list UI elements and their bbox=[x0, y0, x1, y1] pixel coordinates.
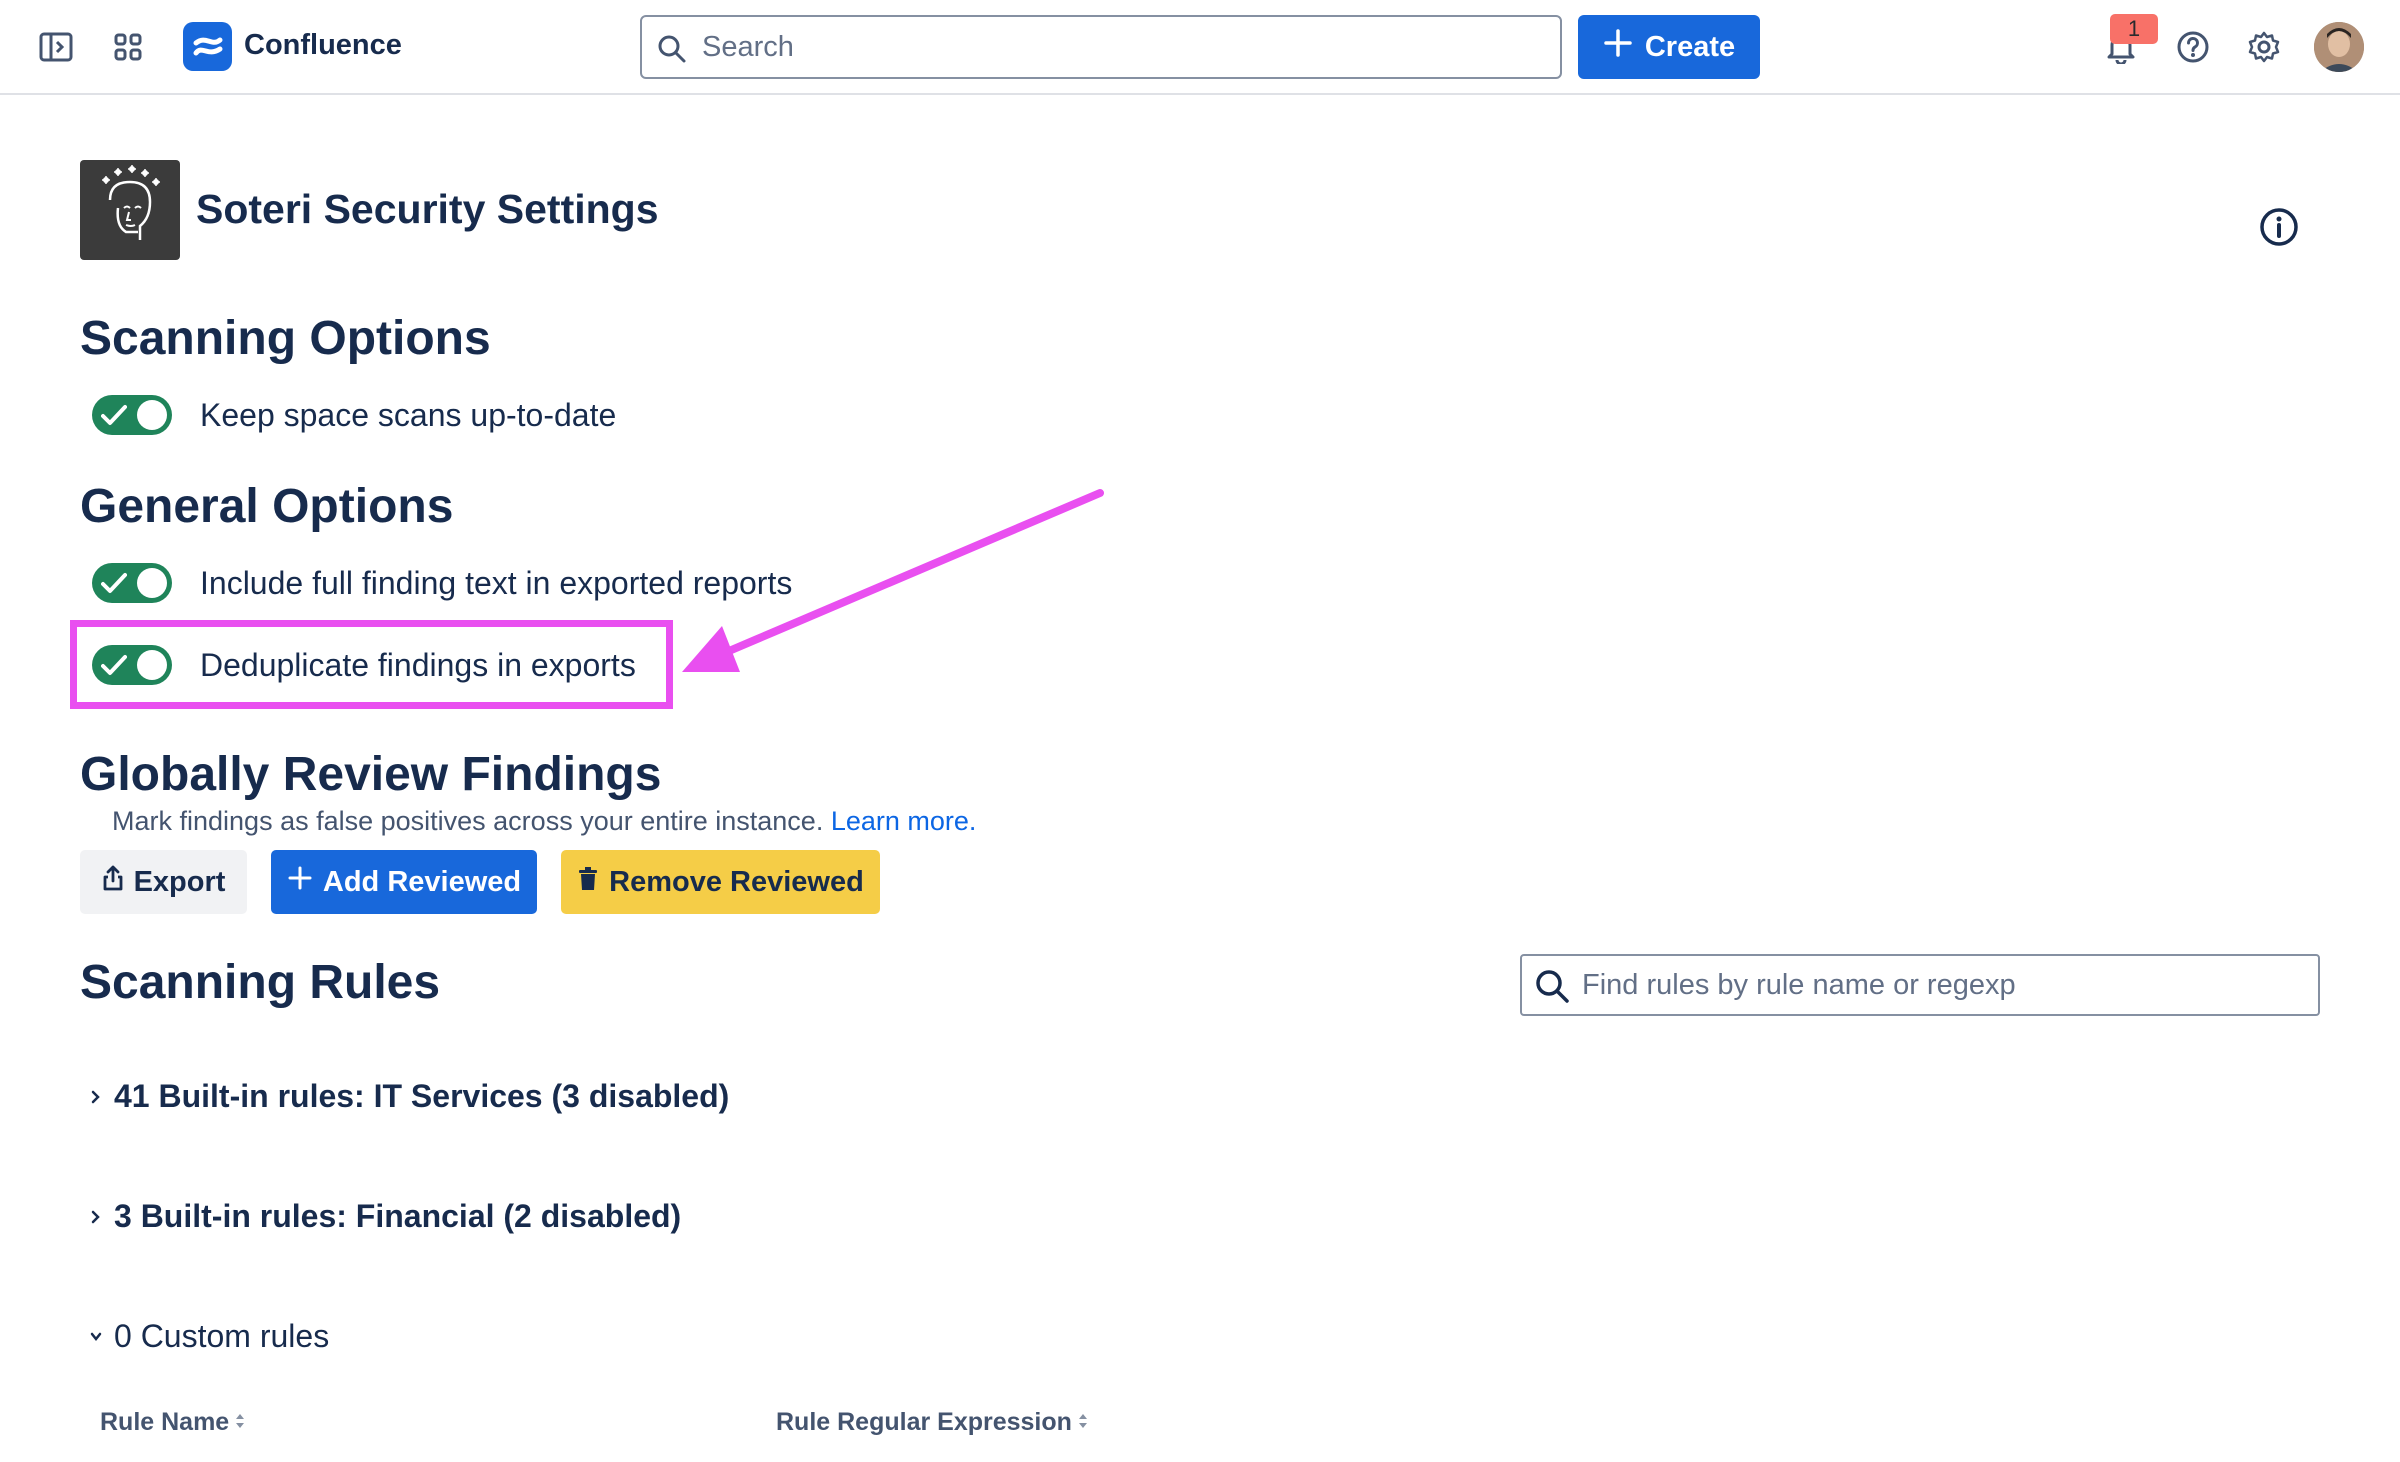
export-button[interactable]: Export bbox=[80, 850, 247, 914]
check-icon bbox=[101, 572, 127, 599]
keep-scans-up-to-date-toggle[interactable] bbox=[92, 395, 172, 435]
section-heading-general-options: General Options bbox=[80, 480, 454, 533]
rule-group-label: 3 Built-in rules: Financial (2 disabled) bbox=[114, 1198, 682, 1234]
global-search[interactable] bbox=[640, 15, 1562, 79]
section-heading-review-findings: Globally Review Findings bbox=[80, 748, 662, 801]
remove-reviewed-button[interactable]: Remove Reviewed bbox=[561, 850, 880, 914]
column-header-label: Rule Regular Expression bbox=[776, 1408, 1072, 1436]
rule-group-it-services[interactable]: 41 Built-in rules: IT Services (3 disabl… bbox=[88, 1078, 729, 1115]
avatar[interactable] bbox=[2314, 22, 2364, 72]
top-navigation-bar: Confluence Create 1 bbox=[0, 0, 2400, 95]
toggle-knob bbox=[137, 400, 167, 430]
toggle-label: Include full finding text in exported re… bbox=[200, 564, 793, 601]
search-input[interactable] bbox=[702, 25, 1542, 69]
annotation-highlight-box bbox=[70, 620, 673, 709]
toggle-knob bbox=[137, 568, 167, 598]
include-full-text-toggle[interactable] bbox=[92, 563, 172, 603]
rule-group-label: 41 Built-in rules: IT Services (3 disabl… bbox=[114, 1078, 730, 1114]
soteri-logo bbox=[80, 160, 180, 260]
add-reviewed-button[interactable]: Add Reviewed bbox=[271, 850, 537, 914]
remove-reviewed-button-label: Remove Reviewed bbox=[609, 865, 864, 898]
toggle-label: Keep space scans up-to-date bbox=[200, 396, 617, 433]
help-icon[interactable] bbox=[2172, 26, 2214, 68]
rule-group-financial[interactable]: 3 Built-in rules: Financial (2 disabled) bbox=[88, 1198, 681, 1235]
review-findings-description: Mark findings as false positives across … bbox=[112, 806, 976, 837]
add-reviewed-button-label: Add Reviewed bbox=[322, 865, 522, 898]
rule-search-input[interactable] bbox=[1582, 964, 2302, 1006]
rule-group-label: 0 Custom rules bbox=[114, 1318, 330, 1354]
app-switcher-icon[interactable] bbox=[107, 26, 149, 68]
check-icon bbox=[101, 404, 127, 431]
column-header-rule-name[interactable]: Rule Name bbox=[100, 1408, 245, 1437]
export-icon bbox=[102, 865, 124, 899]
rule-group-custom[interactable]: 0 Custom rules bbox=[88, 1318, 329, 1355]
chevron-down-icon bbox=[88, 1332, 104, 1342]
info-icon[interactable] bbox=[2258, 206, 2300, 248]
description-text: Mark findings as false positives across … bbox=[112, 806, 824, 836]
sort-icon bbox=[1078, 1408, 1088, 1437]
section-heading-scanning-options: Scanning Options bbox=[80, 312, 491, 365]
sidebar-toggle-icon[interactable] bbox=[35, 26, 77, 68]
rule-search[interactable] bbox=[1520, 954, 2320, 1016]
confluence-logo-icon[interactable] bbox=[183, 22, 232, 71]
column-header-label: Rule Name bbox=[100, 1408, 230, 1436]
chevron-right-icon bbox=[88, 1209, 104, 1225]
plus-icon bbox=[1603, 28, 1633, 66]
export-button-label: Export bbox=[133, 865, 226, 898]
toggle-row-keep-scans-up-to-date: Keep space scans up-to-date bbox=[92, 394, 616, 436]
learn-more-link[interactable]: Learn more. bbox=[831, 806, 977, 836]
sort-icon bbox=[235, 1408, 245, 1437]
section-heading-scanning-rules: Scanning Rules bbox=[80, 956, 441, 1009]
column-header-rule-regex[interactable]: Rule Regular Expression bbox=[776, 1408, 1088, 1437]
notification-badge: 1 bbox=[2110, 14, 2158, 44]
chevron-right-icon bbox=[88, 1089, 104, 1105]
plus-icon bbox=[287, 865, 313, 899]
search-icon bbox=[656, 33, 688, 70]
trash-icon bbox=[577, 866, 599, 899]
search-icon bbox=[1534, 968, 1570, 1009]
create-button-label: Create bbox=[1644, 30, 1736, 63]
toggle-row-include-full-text: Include full finding text in exported re… bbox=[92, 562, 792, 604]
gear-icon[interactable] bbox=[2243, 26, 2285, 68]
create-button[interactable]: Create bbox=[1578, 15, 1760, 79]
page-title: Soteri Security Settings bbox=[196, 186, 659, 232]
app-name[interactable]: Confluence bbox=[244, 29, 402, 62]
